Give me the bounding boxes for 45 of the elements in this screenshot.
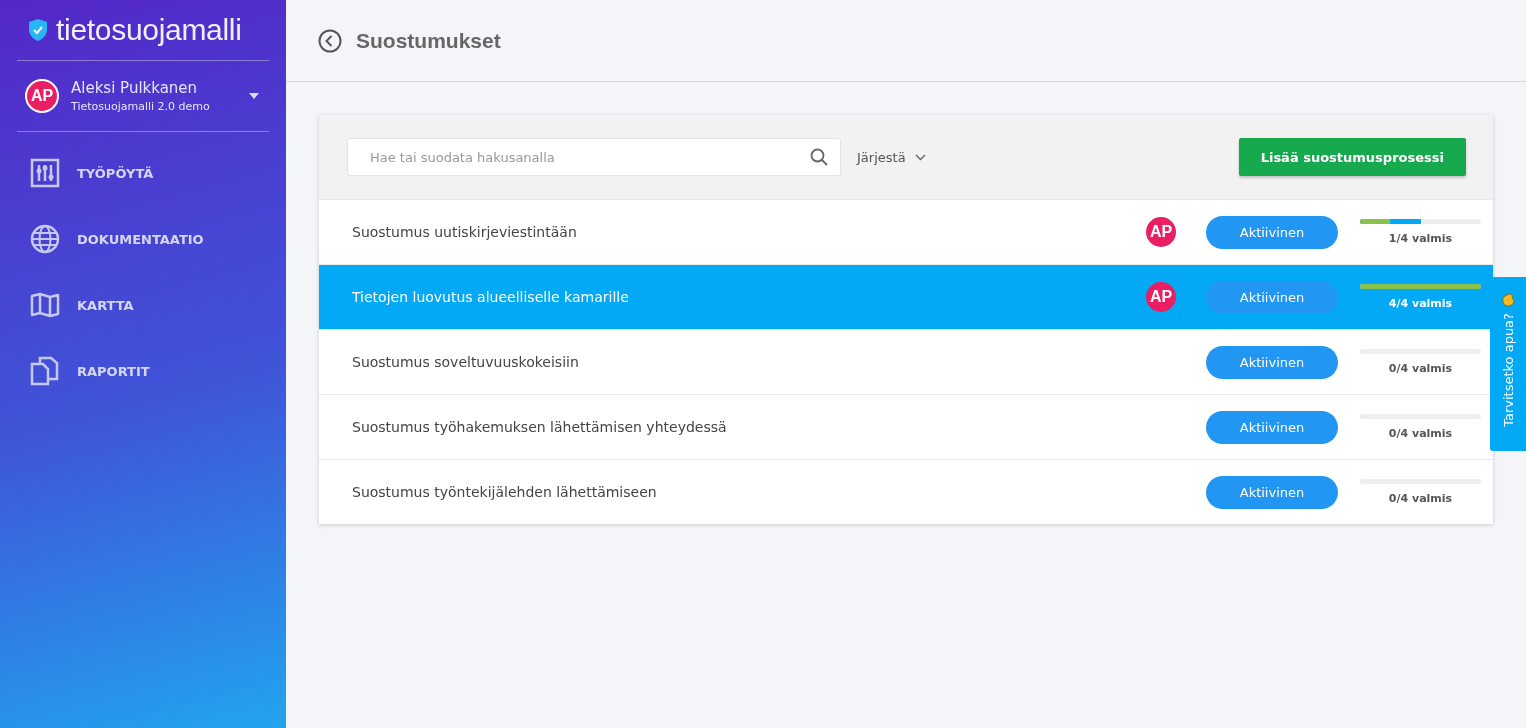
search-icon[interactable]: [810, 148, 828, 166]
search-input[interactable]: Hae tai suodata hakusanalla: [368, 148, 810, 166]
list-row[interactable]: Suostumus työhakemuksen lähettämisen yhteydessä Aktiivinen 0/4 valmis: [319, 394, 1493, 459]
progress-text: 0/4 valmis: [1388, 427, 1453, 440]
status-button[interactable]: Aktiivinen: [1206, 280, 1338, 314]
shield-check-icon: [28, 18, 48, 42]
user-avatar: AP: [1146, 217, 1176, 247]
row-title: Tietojen luovutus alueelliselle kamarille: [352, 289, 630, 305]
row-title: Suostumus työhakemuksen lähettämisen yhteydessä: [352, 419, 728, 435]
progress-text: 0/4 valmis: [1388, 362, 1453, 375]
organization-name: Tietosuojamalli 2.0 demo: [71, 100, 211, 113]
add-button[interactable]: Lisää suostumusprosessi: [1238, 138, 1466, 176]
row-title: Suostumus työntekijälehden lähettämiseen: [352, 484, 658, 500]
progress-text: 4/4 valmis: [1388, 297, 1453, 310]
chevron-down-icon: [914, 153, 926, 161]
user-avatar: AP: [1146, 282, 1176, 312]
list-row[interactable]: Suostumus uutiskirjeviestintään AP Aktiivinen 1/4 valmis: [319, 199, 1493, 264]
map-icon: [30, 292, 60, 318]
help-tab[interactable]: Tarvitsetko apua?: [1490, 277, 1526, 451]
documents-icon: [30, 356, 60, 386]
row-title: Suostumus soveltuvuuskokeisiin: [352, 354, 580, 370]
user-avatar: AP: [25, 79, 59, 113]
nav-item[interactable]: TYÖPÖYTÄ: [17, 140, 269, 206]
sliders-icon: [30, 158, 60, 188]
back-icon[interactable]: [318, 28, 342, 53]
progress-text: 0/4 valmis: [1388, 492, 1453, 505]
list-row[interactable]: Suostumus työntekijälehden lähettämiseen Aktiivinen 0/4 valmis: [319, 459, 1493, 524]
globe-icon: [30, 224, 60, 254]
status-button[interactable]: Aktiivinen: [1206, 215, 1338, 249]
nav-item[interactable]: KARTTA: [17, 272, 269, 338]
caret-icon[interactable]: [249, 93, 259, 99]
list-row[interactable]: Tietojen luovutus alueelliselle kamarille AP Aktiivinen 4/4 valmis: [319, 264, 1493, 329]
sort-dropdown[interactable]: Järjestä: [857, 149, 926, 165]
user-name: Aleksi Pulkkanen: [71, 79, 199, 97]
list-row[interactable]: Suostumus soveltuvuuskokeisiin Aktiivinen 0/4 valmis: [319, 329, 1493, 394]
status-button[interactable]: Aktiivinen: [1206, 475, 1338, 509]
nav-item[interactable]: DOKUMENTAATIO: [17, 206, 269, 272]
progress-text: 1/4 valmis: [1388, 232, 1453, 245]
logo-text: tietosuojamalli: [56, 13, 242, 47]
status-button[interactable]: Aktiivinen: [1206, 410, 1338, 444]
page-title: Suostumukset: [356, 28, 501, 53]
status-button[interactable]: Aktiivinen: [1206, 345, 1338, 379]
nav-item[interactable]: RAPORTIT: [17, 338, 269, 404]
search-field[interactable]: Hae tai suodata hakusanalla: [347, 138, 841, 176]
row-title: Suostumus uutiskirjeviestintään: [352, 224, 578, 240]
